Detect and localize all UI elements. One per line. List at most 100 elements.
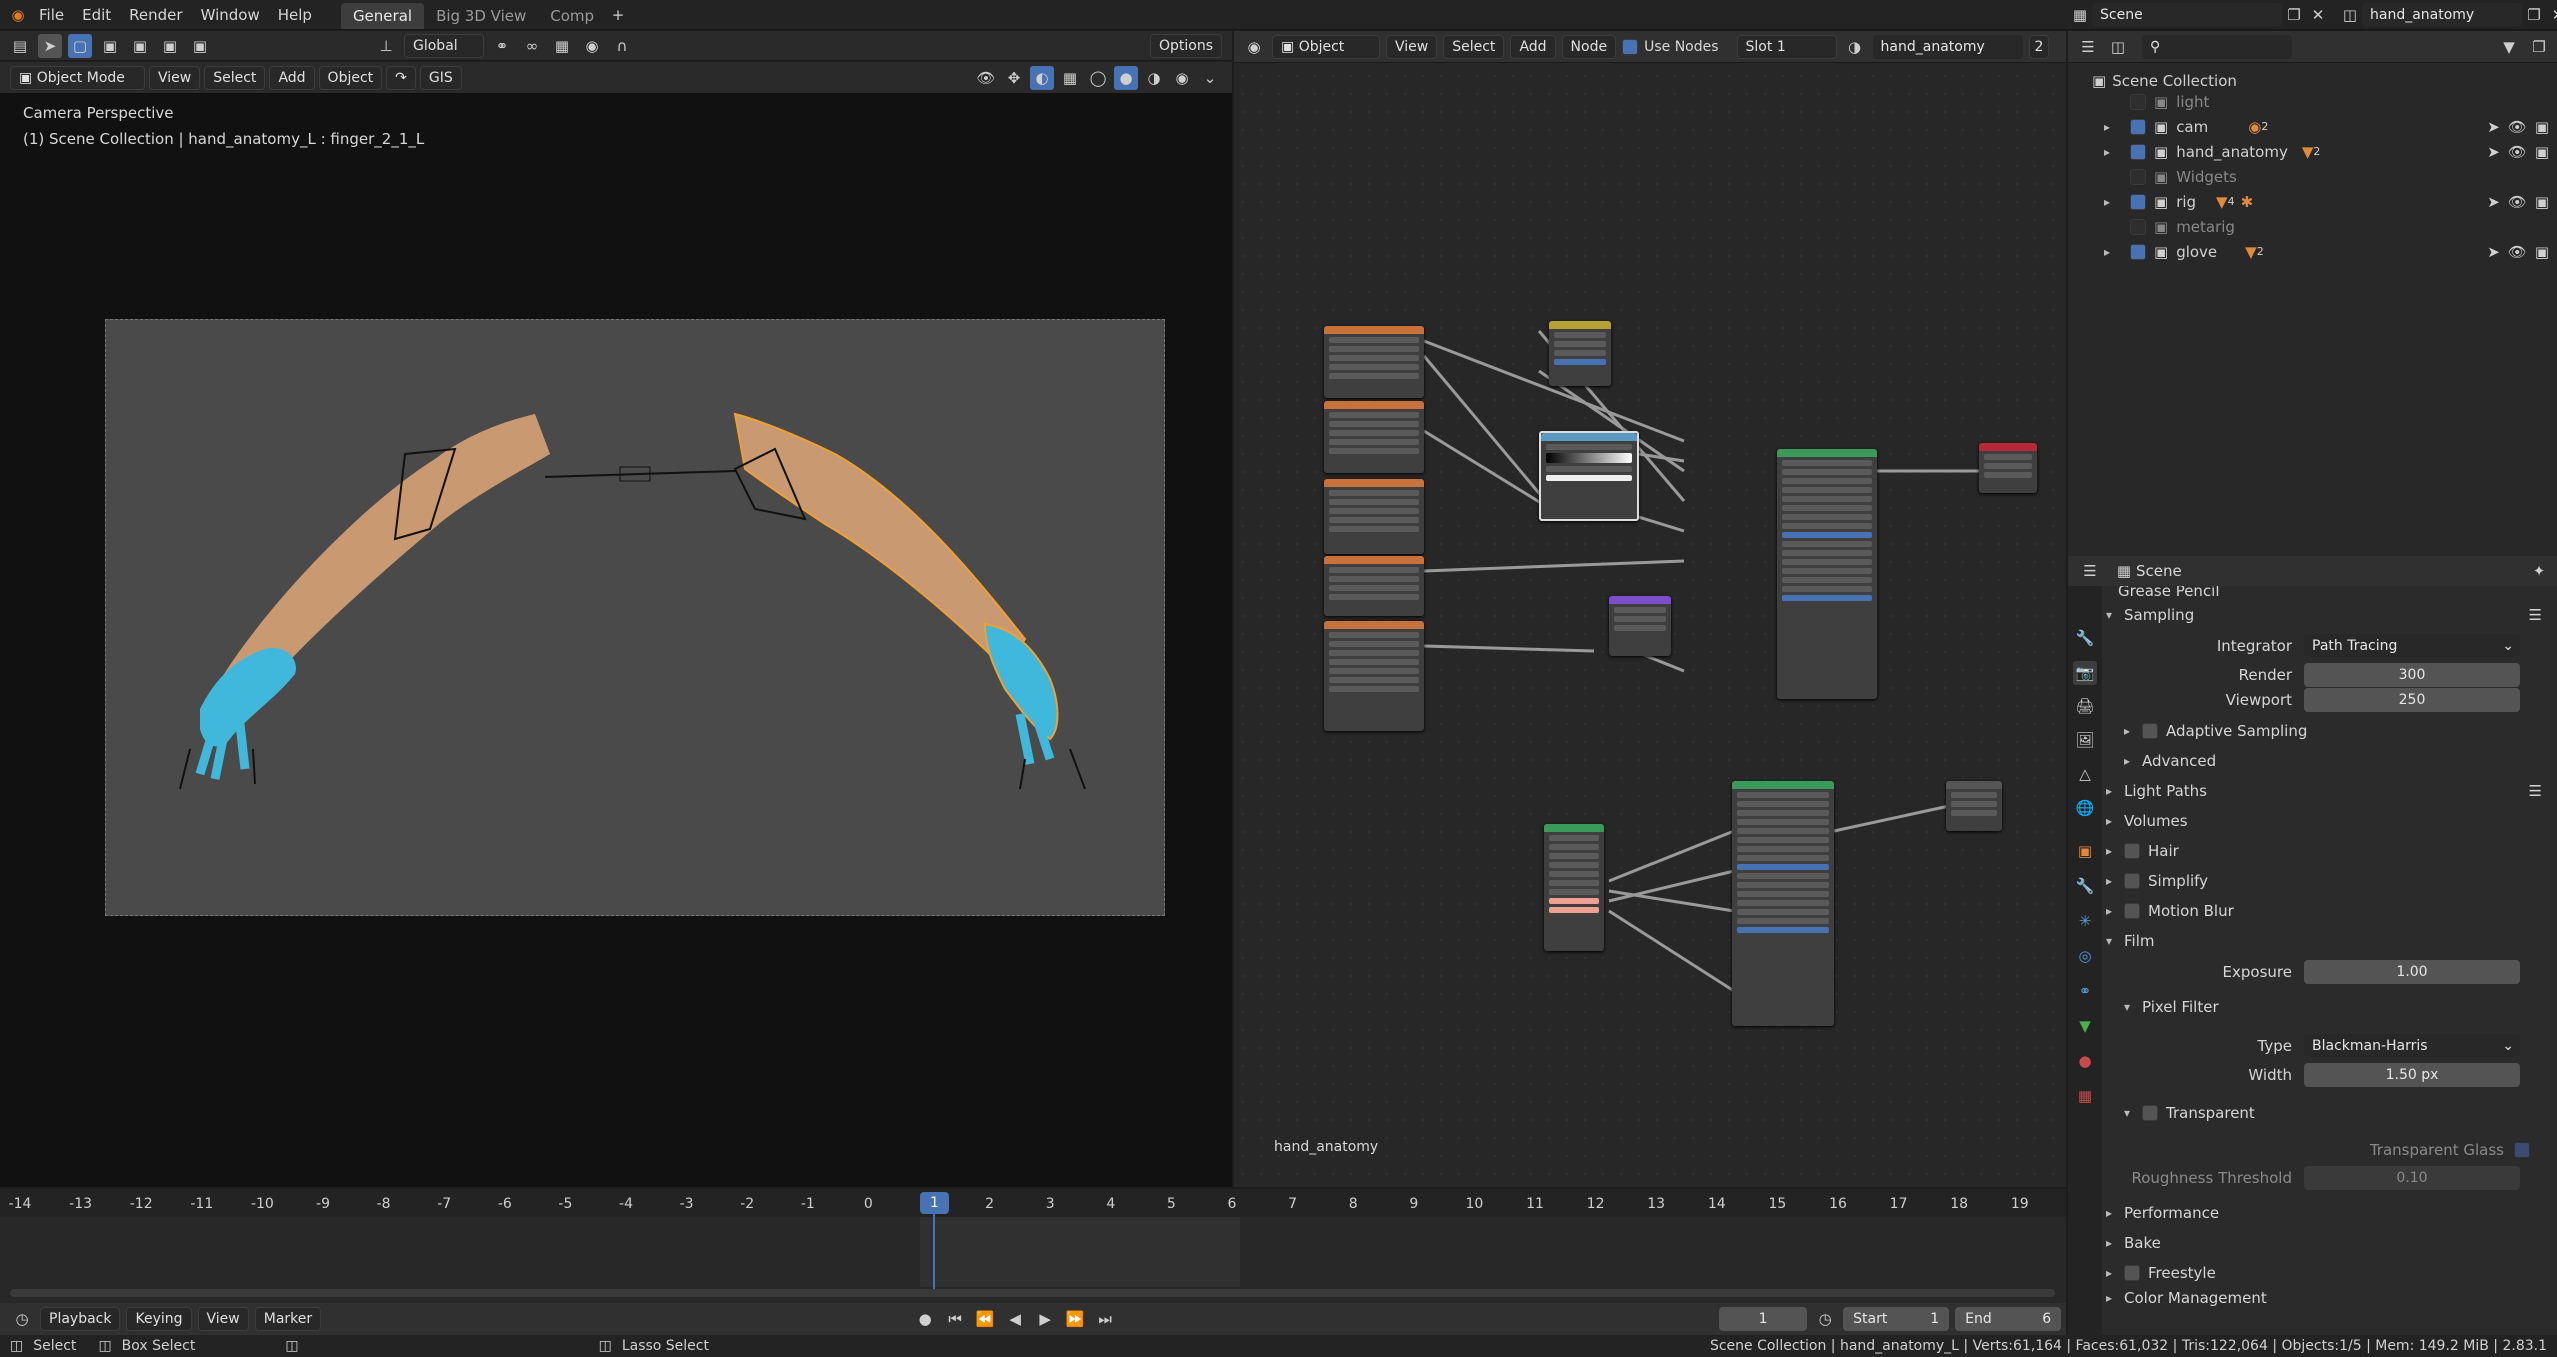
- node-normal-map[interactable]: [1609, 596, 1671, 656]
- eye-icon[interactable]: 👁: [2508, 243, 2527, 261]
- filter-icon[interactable]: ▼: [2497, 35, 2521, 59]
- data-tab-icon[interactable]: ▼: [2073, 1014, 2097, 1038]
- pin-icon[interactable]: ✦: [2527, 559, 2551, 583]
- node-image-texture-4[interactable]: [1324, 556, 1424, 616]
- modifier-tab-icon[interactable]: 🔧: [2073, 874, 2097, 898]
- panel-light-paths[interactable]: ▸ Light Paths ☰: [2104, 776, 2554, 806]
- render-icon[interactable]: ▣: [2535, 243, 2549, 261]
- checkbox-metarig[interactable]: [2130, 218, 2146, 235]
- outliner-item-widgets[interactable]: ▣ Widgets: [2070, 164, 2237, 189]
- scene-tab-icon[interactable]: △: [2073, 762, 2097, 786]
- orientation-dropdown[interactable]: Global: [404, 33, 484, 58]
- timeline-menu-marker[interactable]: Marker: [254, 1307, 322, 1331]
- physics-tab-icon[interactable]: ◎: [2073, 944, 2097, 968]
- outliner-item-metarig[interactable]: ▣ metarig: [2070, 214, 2235, 239]
- presets-icon[interactable]: ☰: [2529, 782, 2542, 800]
- viewport-menu-select[interactable]: Select: [204, 65, 266, 90]
- select-mode-intersect-icon[interactable]: ▣: [188, 34, 212, 58]
- node-principled-bsdf-2[interactable]: [1732, 781, 1834, 1026]
- tab-comp[interactable]: Comp: [538, 3, 606, 29]
- gis-menu[interactable]: GIS: [419, 65, 462, 90]
- filter-type-dropdown[interactable]: Blackman-Harris ⌄: [2304, 1034, 2520, 1058]
- delete-view-layer-icon[interactable]: ✕: [2546, 3, 2557, 27]
- timeline-menu-keying[interactable]: Keying: [126, 1307, 192, 1331]
- render-tab-icon[interactable]: 📷: [2073, 661, 2097, 685]
- panel-bake[interactable]: ▸ Bake: [2104, 1228, 2554, 1258]
- new-scene-icon[interactable]: ❐: [2282, 3, 2306, 27]
- panel-hair[interactable]: ▸ Hair: [2104, 836, 2554, 866]
- select-tool-icon[interactable]: ➤: [38, 33, 62, 58]
- freestyle-checkbox[interactable]: [2124, 1265, 2140, 1281]
- pixel-filter-row[interactable]: ▾ Pixel Filter: [2104, 992, 2554, 1022]
- node-material-output-1[interactable]: [1979, 443, 2037, 493]
- viewport-menu-object[interactable]: Object: [318, 65, 383, 90]
- world-tab-icon[interactable]: 🌐: [2073, 796, 2097, 820]
- filter-width-field[interactable]: 1.50 px: [2304, 1063, 2520, 1087]
- panel-simplify[interactable]: ▸ Simplify: [2104, 866, 2554, 896]
- menu-window[interactable]: Window: [192, 0, 269, 30]
- select-mode-invert-icon[interactable]: ▣: [158, 34, 182, 58]
- outliner-item-light[interactable]: ▣ light: [2070, 89, 2209, 114]
- checkbox-cam[interactable]: [2130, 118, 2146, 135]
- viewport-menu-add[interactable]: Add: [269, 65, 315, 90]
- panel-volumes[interactable]: ▸ Volumes: [2104, 806, 2554, 836]
- select-arrow-icon[interactable]: ➤: [2487, 143, 2500, 161]
- node-image-texture-5[interactable]: [1324, 621, 1424, 731]
- tab-general[interactable]: General: [340, 2, 425, 29]
- current-frame-field[interactable]: 1: [1719, 1307, 1808, 1331]
- panel-sampling[interactable]: ▾ Sampling ☰: [2104, 600, 2554, 630]
- render-samples-field[interactable]: 300: [2304, 662, 2520, 687]
- view-layer-field[interactable]: hand_anatomy: [2362, 3, 2522, 27]
- select-mode-extend-icon[interactable]: ▣: [98, 34, 122, 58]
- timeline-menu-playback[interactable]: Playback: [40, 1307, 121, 1331]
- preview-range-icon[interactable]: ◷: [1813, 1307, 1837, 1331]
- adaptive-sampling-row[interactable]: ▸ Adaptive Sampling: [2104, 716, 2554, 746]
- checkbox-rig[interactable]: [2130, 193, 2146, 210]
- proportional-edit-icon[interactable]: ◉: [580, 34, 604, 58]
- outliner-item-cam[interactable]: ▸ ▣ cam ◉ 2 ➤ 👁 ▣: [2070, 114, 2557, 139]
- simplify-checkbox[interactable]: [2124, 873, 2140, 889]
- next-keyframe-icon[interactable]: ⏩: [1063, 1307, 1087, 1331]
- playhead-frame[interactable]: 1: [920, 1192, 949, 1214]
- shading-material-icon[interactable]: ◑: [1142, 66, 1166, 90]
- node-image-texture-3[interactable]: [1324, 479, 1424, 554]
- gpencil-icon[interactable]: ↷: [386, 65, 416, 90]
- tab-big-3d-view[interactable]: Big 3D View: [424, 3, 538, 29]
- timeline-type-icon[interactable]: ◷: [10, 1307, 34, 1331]
- outliner-search-field[interactable]: ⚲: [2142, 34, 2292, 59]
- pivot-icon[interactable]: ⚭: [490, 34, 514, 58]
- panel-performance[interactable]: ▸ Performance: [2104, 1198, 2554, 1228]
- expand-icon[interactable]: ▸: [2104, 195, 2122, 209]
- motion-blur-checkbox[interactable]: [2124, 903, 2140, 919]
- output-tab-icon[interactable]: 🖨: [2073, 694, 2097, 718]
- render-icon[interactable]: ▣: [2535, 193, 2549, 211]
- viewport-3d[interactable]: ▤ ➤ ▢ ▣ ▣ ▣ ▣ ⊥ Global ⚭ ∞ ▦ ◉ ∩ Options…: [0, 31, 1232, 1187]
- transparent-glass-checkbox[interactable]: [2514, 1142, 2530, 1158]
- node-group[interactable]: [1544, 824, 1604, 951]
- outliner-item-rig[interactable]: ▸ ▣ rig ▼ 4 ✱ ➤ 👁 ▣: [2070, 189, 2557, 214]
- transform-orientation-icon[interactable]: ⊥: [374, 34, 398, 58]
- jump-end-icon[interactable]: ⏭: [1093, 1307, 1117, 1331]
- options-dropdown[interactable]: Options: [1149, 33, 1222, 58]
- advanced-row[interactable]: ▸ Advanced: [2104, 746, 2554, 776]
- mode-dropdown[interactable]: ▣ Object Mode: [10, 65, 145, 90]
- overlays-icon[interactable]: ◐: [1030, 65, 1054, 90]
- panel-grease-pencil[interactable]: Grease Pencil: [2104, 586, 2554, 600]
- constraints-tab-icon[interactable]: ⚭: [2073, 979, 2097, 1003]
- outliner-type-icon[interactable]: ☰: [2076, 35, 2100, 59]
- eye-icon[interactable]: 👁: [2508, 143, 2527, 161]
- timeline-ruler[interactable]: [0, 1189, 2066, 1217]
- hair-checkbox[interactable]: [2124, 843, 2140, 859]
- play-icon[interactable]: ▶: [1033, 1307, 1057, 1331]
- view-layer-icon[interactable]: ◫: [2338, 3, 2362, 27]
- render-icon[interactable]: ▣: [2535, 118, 2549, 136]
- adaptive-sampling-checkbox[interactable]: [2142, 723, 2158, 739]
- texture-tab-icon[interactable]: ▦: [2073, 1084, 2097, 1108]
- select-arrow-icon[interactable]: ➤: [2487, 118, 2500, 136]
- new-view-layer-icon[interactable]: ❐: [2522, 3, 2546, 27]
- shading-wireframe-icon[interactable]: ◯: [1086, 66, 1110, 90]
- blender-logo-icon[interactable]: ◉: [6, 3, 30, 27]
- shading-rendered-icon[interactable]: ◉: [1170, 66, 1194, 90]
- viewport-menu-view[interactable]: View: [149, 65, 201, 90]
- checkbox-hand-anatomy[interactable]: [2130, 143, 2146, 160]
